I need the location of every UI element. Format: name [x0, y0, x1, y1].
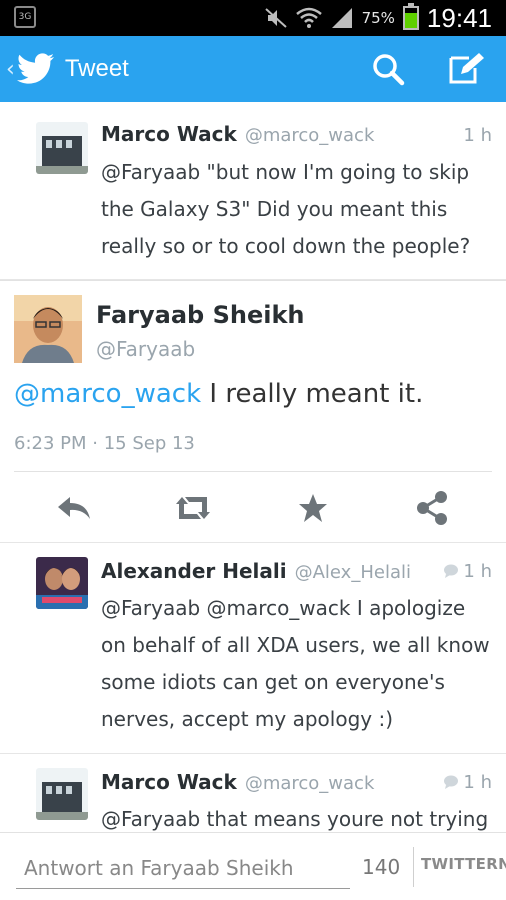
tweet-header: Alexander Helali @Alex_Helali 1 h: [101, 559, 492, 583]
network-badge: 3G: [14, 6, 36, 28]
tweet-text: @Faryaab "but now I'm going to skip the …: [101, 160, 471, 258]
reply-input[interactable]: [16, 847, 350, 889]
author-name[interactable]: Marco Wack: [101, 770, 237, 794]
tweet-header: Marco Wack @marco_wack 1 h: [101, 770, 492, 794]
conversation-icon: [444, 775, 459, 789]
time-text: 1 h: [463, 771, 492, 793]
back-chevron-icon[interactable]: ‹: [6, 57, 15, 82]
list-item[interactable]: Marco Wack @marco_wack 1 h @Faryaab "but…: [0, 102, 506, 280]
tweet-actions: [14, 471, 492, 543]
reply-icon: [57, 496, 90, 519]
avatar[interactable]: [36, 122, 88, 174]
author-name[interactable]: Faryaab Sheikh: [96, 301, 305, 329]
favorite-icon: [298, 493, 327, 522]
tweet-time: 1 h: [463, 125, 492, 146]
share-button[interactable]: [402, 483, 462, 533]
time-text: 1 h: [463, 125, 492, 146]
author-handle: @marco_wack: [244, 125, 375, 146]
divider: [413, 847, 414, 887]
author-name[interactable]: Marco Wack: [101, 122, 237, 146]
list-item[interactable]: Marco Wack @marco_wack 1 h @Faryaab that…: [0, 754, 506, 832]
list-item[interactable]: Alexander Helali @Alex_Helali 1 h @Farya…: [0, 542, 506, 754]
battery-percent: 75%: [361, 9, 395, 27]
signal-icon: [331, 8, 352, 28]
tweet-time: 1 h: [443, 561, 492, 582]
retweet-icon: [176, 496, 211, 519]
search-button[interactable]: [368, 49, 408, 89]
twitter-bird-icon[interactable]: [16, 53, 55, 85]
tweet-body: I really meant it.: [201, 379, 424, 409]
reply-compose-bar: 140 TWITTERN: [0, 832, 506, 900]
clock: 19:41: [426, 2, 492, 33]
avatar[interactable]: [36, 557, 88, 609]
search-icon: [373, 54, 405, 86]
character-count: 140: [362, 855, 401, 879]
tweet-text: @Faryaab @marco_wack I apologize on beha…: [101, 596, 490, 731]
wifi-icon: [295, 7, 322, 28]
compose-icon: [449, 53, 484, 84]
share-icon: [417, 490, 448, 525]
reply-button[interactable]: [44, 483, 104, 533]
retweet-button[interactable]: [163, 483, 223, 533]
detail-tweet: Faryaab Sheikh @Faryaab @marco_wack I re…: [0, 280, 506, 542]
author-handle: @Faryaab: [96, 337, 196, 361]
app-bar: ‹ Tweet: [0, 36, 506, 102]
tweet-text: @marco_wack I really meant it.: [14, 379, 423, 409]
conversation-icon: [444, 564, 459, 578]
tweet-button[interactable]: TWITTERN: [421, 855, 506, 873]
avatar[interactable]: [36, 768, 88, 820]
favorite-button[interactable]: [283, 483, 343, 533]
tweet-time: 1 h: [443, 772, 492, 793]
page-title: Tweet: [64, 55, 129, 82]
status-icons: 75% 19:41: [264, 0, 492, 36]
compose-button[interactable]: [446, 49, 486, 89]
status-bar: 3G 75% 19:41: [0, 0, 506, 36]
time-text: 1 h: [463, 560, 492, 582]
mute-icon: [264, 8, 287, 28]
author-handle: @Alex_Helali: [294, 562, 411, 583]
battery-icon: [402, 3, 419, 30]
mention-link[interactable]: @marco_wack: [14, 379, 201, 409]
timestamp: 6:23 PM · 15 Sep 13: [14, 433, 195, 454]
author-handle: @marco_wack: [244, 773, 375, 794]
author-name[interactable]: Alexander Helali: [101, 559, 287, 583]
avatar[interactable]: [14, 295, 82, 363]
tweet-header: Marco Wack @marco_wack 1 h: [101, 122, 492, 146]
